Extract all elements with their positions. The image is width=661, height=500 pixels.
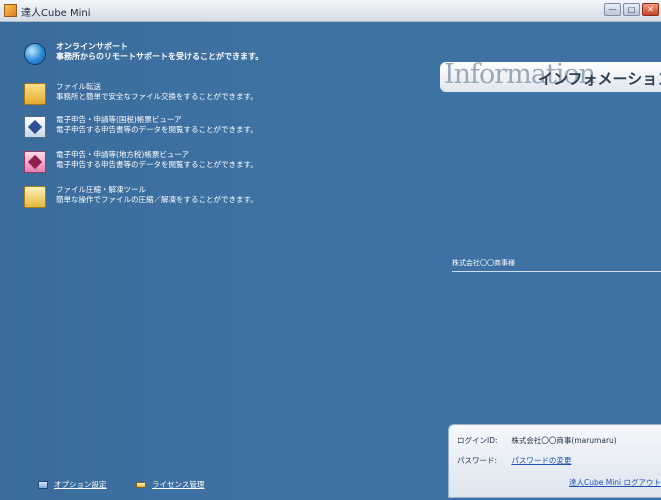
close-button[interactable]: ✕ [642,3,659,16]
company-name: 株式会社〇〇商事様 [452,258,661,272]
folder-icon [24,83,46,105]
menu-item-compression-tool[interactable]: ファイル圧縮・解凍ツール 簡単な操作でファイルの圧縮／解凍をすることができます。 [24,185,258,208]
password-label: パスワード: [457,456,498,465]
menu-item-file-transfer[interactable]: ファイル転送 事務所と簡単で安全なファイル交換をすることができます。 [24,82,258,105]
globe-icon [24,43,46,65]
minimize-button[interactable]: — [604,3,621,16]
information-banner: Information インフォメーション [440,62,661,92]
viewer-icon [24,151,46,173]
menu-item-text: ファイル圧縮・解凍ツール 簡単な操作でファイルの圧縮／解凍をすることができます。 [56,185,258,205]
title-bar: 達人Cube Mini — □ ✕ [0,0,661,22]
login-panel: ログインID: 株式会社〇〇商事(marumaru) パスワード: パスワードの… [448,424,661,498]
options-label: オプション設定 [54,480,107,489]
viewer-icon [24,116,46,138]
license-link[interactable]: ライセンス管理 [136,479,204,490]
window-controls: — □ ✕ [604,3,659,16]
options-link[interactable]: オプション設定 [38,479,107,490]
change-password-link[interactable]: パスワードの変更 [511,456,571,465]
menu-item-description: 事務所からのリモートサポートを受けることができます。 [56,52,264,61]
license-label: ライセンス管理 [152,480,205,489]
menu-item-text: オンラインサポート 事務所からのリモートサポートを受けることができます。 [56,42,263,62]
menu-item-title: 電子申告・申請等(地方税)帳票ビューア [56,150,190,159]
window-title: 達人Cube Mini [21,8,91,19]
menu-item-text: 電子申告・申請等(国税)帳票ビューア 電子申告する申告書等のデータを閲覧すること… [56,115,258,135]
information-japanese: インフォメーション [538,70,661,88]
main-area: オンラインサポート 事務所からのリモートサポートを受けることができます。 ファイ… [0,22,661,500]
menu-item-description: 事務所と簡単で安全なファイル交換をすることができます。 [56,92,258,101]
menu-item-description: 電子申告する申告書等のデータを閲覧することができます。 [56,160,258,169]
menu-item-local-tax-viewer[interactable]: 電子申告・申請等(地方税)帳票ビューア 電子申告する申告書等のデータを閲覧するこ… [24,150,258,173]
login-id-value: 株式会社〇〇商事(marumaru) [511,436,617,445]
login-id-label: ログインID: [457,436,498,445]
menu-item-title: 電子申告・申請等(国税)帳票ビューア [56,115,182,124]
menu-item-text: ファイル転送 事務所と簡単で安全なファイル交換をすることができます。 [56,82,258,102]
menu-item-national-tax-viewer[interactable]: 電子申告・申請等(国税)帳票ビューア 電子申告する申告書等のデータを閲覧すること… [24,115,258,138]
menu-item-online-support[interactable]: オンラインサポート 事務所からのリモートサポートを受けることができます。 [24,42,263,65]
maximize-button[interactable]: □ [623,3,640,16]
menu-item-description: 簡単な操作でファイルの圧縮／解凍をすることができます。 [56,195,258,204]
menu-item-title: ファイル圧縮・解凍ツール [56,185,146,194]
monitor-icon [38,480,48,489]
menu-item-text: 電子申告・申請等(地方税)帳票ビューア 電子申告する申告書等のデータを閲覧するこ… [56,150,258,170]
app-icon [4,4,17,17]
zip-icon [24,186,46,208]
menu-item-description: 電子申告する申告書等のデータを閲覧することができます。 [56,125,258,134]
login-id-row: ログインID: 株式会社〇〇商事(marumaru) [457,435,617,446]
menu-item-title: ファイル転送 [56,82,101,91]
logout-link[interactable]: 達人Cube Mini ログアウト [569,477,661,488]
key-icon [136,481,146,488]
password-row: パスワード: パスワードの変更 [457,455,571,466]
menu-item-title: オンラインサポート [56,42,128,51]
